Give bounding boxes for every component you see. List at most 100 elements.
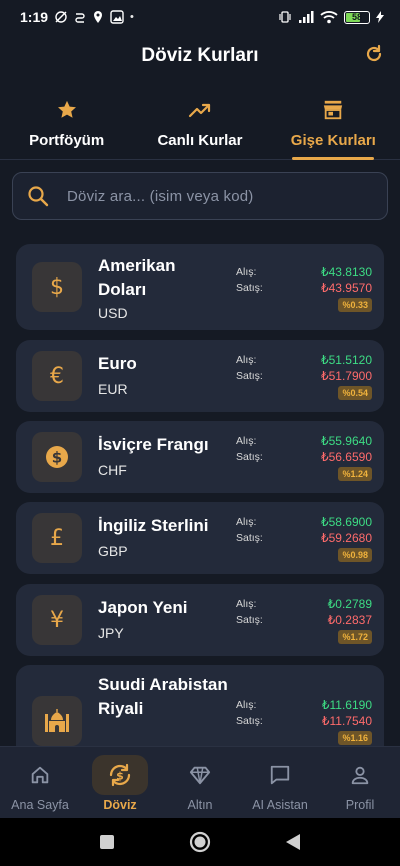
change-badge: %1.72 <box>338 630 372 644</box>
tab-label: Canlı Kurlar <box>157 132 243 149</box>
sell-rate: ₺59.2680 <box>320 531 372 545</box>
tab-counter-rates[interactable]: Gişe Kurları <box>267 92 400 160</box>
svg-text:£: £ <box>50 526 64 551</box>
tab-live-rates[interactable]: Canlı Kurlar <box>133 92 266 159</box>
status-bar: 1:19 • 58 <box>0 0 400 34</box>
buy-rate: ₺11.6190 <box>321 698 372 712</box>
search-icon <box>28 186 49 207</box>
buy-rate: ₺55.9640 <box>320 434 372 448</box>
sell-rate: ₺11.7540 <box>321 714 372 728</box>
buy-label: Alış: <box>236 354 257 366</box>
change-badge: %1.16 <box>338 731 372 745</box>
coin-icon: $ <box>46 446 68 468</box>
currency-code: GBP <box>98 543 128 559</box>
yen-icon: ¥ <box>50 608 64 633</box>
nav-label: Profil <box>345 798 375 812</box>
system-navigation-bar <box>0 818 400 866</box>
nav-label: Altın <box>187 798 213 812</box>
currency-icon-box: $ <box>32 432 82 482</box>
sell-label: Satış: <box>236 715 263 727</box>
currency-card-gbp[interactable]: £ İngiliz Sterlini GBP Alış: Satış: ₺58.… <box>16 502 384 574</box>
sell-label: Satış: <box>236 370 263 382</box>
svg-text:$: $ <box>116 770 124 783</box>
sell-rate: ₺51.7900 <box>320 369 372 383</box>
currency-code: USD <box>98 305 128 321</box>
wifi-icon <box>320 11 338 24</box>
nav-currency[interactable]: $ Döviz <box>80 747 160 818</box>
buy-label: Alış: <box>236 266 257 278</box>
buy-label: Alış: <box>236 516 257 528</box>
refresh-button[interactable] <box>362 42 386 66</box>
refresh-icon <box>366 44 382 62</box>
battery-level: 58 <box>351 12 362 22</box>
sell-label: Satış: <box>236 532 263 544</box>
svg-text:$: $ <box>52 449 62 467</box>
currency-card-eur[interactable]: € Euro EUR Alış: Satış: ₺51.5120 ₺51.790… <box>16 340 384 412</box>
change-badge: %0.54 <box>338 386 372 400</box>
nav-profile[interactable]: Profil <box>320 747 400 818</box>
nav-home[interactable]: Ana Sayfa <box>0 747 80 818</box>
nav-label: Döviz <box>103 798 137 812</box>
location-icon <box>94 11 103 23</box>
nav-label: AI Asistan <box>252 798 308 812</box>
status-dot: • <box>130 11 134 23</box>
nav-active-pill: $ <box>92 755 148 795</box>
vibrate-icon <box>279 11 291 23</box>
currency-name: Euro <box>98 354 137 373</box>
gallery-icon <box>110 10 124 24</box>
home-icon <box>31 766 49 784</box>
sell-label: Satış: <box>236 451 263 463</box>
currency-card-chf[interactable]: $ İsviçre Frangı CHF Alış: Satış: ₺55.96… <box>16 421 384 493</box>
star-icon <box>57 100 76 118</box>
change-badge: %1.24 <box>338 467 372 481</box>
active-tab-indicator <box>292 157 375 160</box>
currency-card-jpy[interactable]: ¥ Japon Yeni JPY Alış: Satış: ₺0.2789 ₺0… <box>16 584 384 656</box>
mosque-icon <box>45 709 69 732</box>
currency-name: İsviçre Frangı <box>98 435 209 454</box>
currency-code: JPY <box>98 625 124 641</box>
search-input[interactable]: Döviz ara... (isim veya kod) <box>12 172 388 220</box>
currency-exchange-icon: $ <box>109 763 131 787</box>
dnd-off-icon <box>55 11 67 23</box>
sell-label: Satış: <box>236 282 263 294</box>
tab-portfolio[interactable]: Portföyüm <box>0 92 133 159</box>
status-time: 1:19 <box>20 9 49 25</box>
tab-label: Portföyüm <box>29 132 105 149</box>
nav-gold[interactable]: Altın <box>160 747 240 818</box>
nav-label: Ana Sayfa <box>11 798 69 812</box>
change-badge: %0.33 <box>338 298 372 312</box>
chat-icon <box>270 765 290 785</box>
sell-label: Satış: <box>236 614 263 626</box>
change-badge: %0.98 <box>338 548 372 562</box>
currency-name: Amerikan Doları <box>98 256 176 299</box>
user-icon <box>351 766 369 785</box>
currency-icon-box: £ <box>32 513 82 563</box>
sell-rate: ₺56.6590 <box>320 450 372 464</box>
currency-code: EUR <box>98 381 128 397</box>
back-icon[interactable] <box>285 833 301 851</box>
currency-icon-box: $ <box>32 262 82 312</box>
sell-rate: ₺0.2837 <box>327 613 372 627</box>
euro-icon: € <box>50 364 64 389</box>
battery-icon: 58 <box>344 10 370 24</box>
currency-icon-box: € <box>32 351 82 401</box>
nav-ai-assistant[interactable]: AI Asistan <box>240 747 320 818</box>
currency-code: CHF <box>98 462 127 478</box>
currency-card-sar[interactable]: Suudi Arabistan Riyali Alış: Satış: ₺11.… <box>16 665 384 748</box>
store-icon <box>324 100 343 120</box>
buy-rate: ₺58.6900 <box>320 515 372 529</box>
buy-rate: ₺43.8130 <box>320 265 372 279</box>
buy-label: Alış: <box>236 699 257 711</box>
home-button-icon[interactable] <box>189 831 211 853</box>
charging-icon <box>376 11 384 23</box>
sync-icon <box>75 13 85 23</box>
buy-rate: ₺51.5120 <box>320 353 372 367</box>
diamond-icon <box>189 766 211 785</box>
currency-card-usd[interactable]: $ Amerikan Doları USD Alış: Satış: ₺43.8… <box>16 244 384 330</box>
signal-icon <box>299 11 314 23</box>
recents-icon[interactable] <box>99 834 115 850</box>
app-header: Döviz Kurları <box>0 34 400 78</box>
bottom-navigation: Ana Sayfa $ Döviz Altın AI Asistan Profi… <box>0 746 400 818</box>
page-title: Döviz Kurları <box>141 45 259 66</box>
buy-label: Alış: <box>236 598 257 610</box>
